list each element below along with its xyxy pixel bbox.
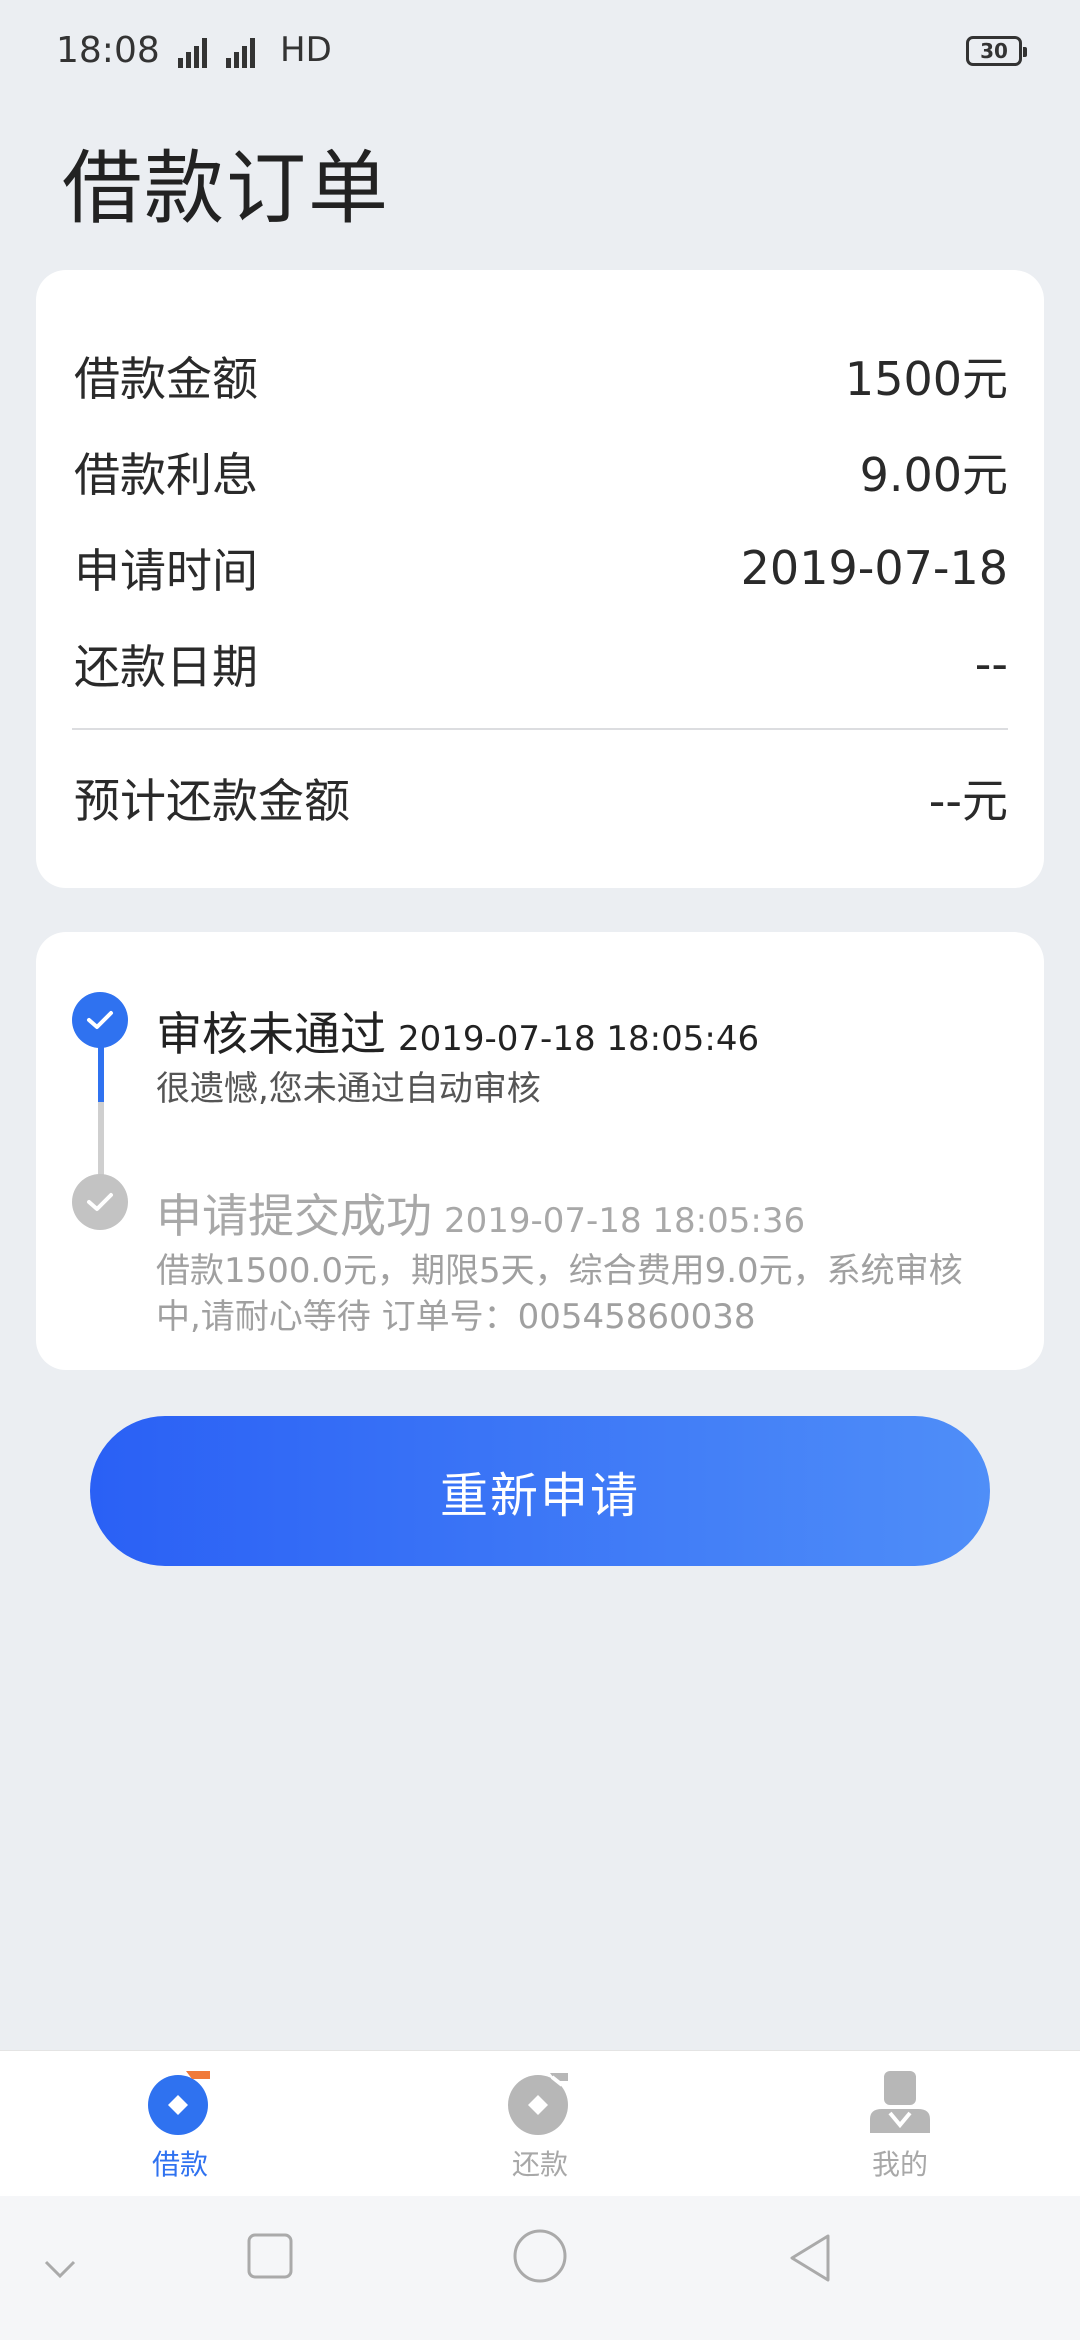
check-icon — [72, 1174, 128, 1230]
timeline-step-title: 申请提交成功 — [156, 1189, 432, 1243]
page-title: 借款订单 — [62, 142, 390, 235]
bottom-tab-bar: 借款 还款 我的 — [0, 2050, 1080, 2196]
timeline-step-submitted: 申请提交成功 2019-07-18 18:05:36 — [156, 1180, 805, 1246]
summary-row-interest: 借款利息 9.00元 — [74, 440, 1008, 504]
timeline-step-desc: 借款1500.0元，期限5天，综合费用9.0元，系统审核中,请耐心等待 订单号：… — [156, 1251, 963, 1337]
check-icon — [72, 992, 128, 1048]
summary-value: --元 — [928, 774, 1008, 828]
tab-loan[interactable]: 借款 — [80, 2051, 280, 2197]
timeline-step-time: 2019-07-18 18:05:36 — [444, 1201, 806, 1241]
network-type: HD — [280, 30, 332, 70]
signal-icon — [178, 38, 255, 68]
divider — [72, 728, 1008, 730]
summary-label: 预计还款金额 — [74, 774, 350, 828]
summary-row-amount: 借款金额 1500元 — [74, 344, 1008, 408]
system-nav-bar — [0, 2196, 1080, 2340]
tab-label: 借款 — [151, 2148, 208, 2181]
timeline-step-desc: 很遗憾,您未通过自动审核 — [156, 1069, 541, 1109]
status-timeline-card: 审核未通过 2019-07-18 18:05:46 很遗憾,您未通过自动审核 申请… — [36, 932, 1044, 1370]
status-bar: 18:08 HD 30 — [0, 0, 1080, 110]
timeline-step-title: 审核未通过 — [156, 1007, 386, 1061]
summary-label: 还款日期 — [74, 640, 258, 694]
screen: 18:08 HD 30 借款订单 借款金额 1500元 借款利息 9.00元 申… — [0, 0, 1080, 2340]
tab-profile[interactable]: 我的 — [800, 2051, 1000, 2197]
summary-value: 2019-07-18 — [740, 541, 1008, 595]
loan-summary-card: 借款金额 1500元 借款利息 9.00元 申请时间 2019-07-18 还款… — [36, 270, 1044, 888]
summary-label: 借款金额 — [74, 352, 258, 406]
back-icon[interactable] — [786, 2232, 834, 2284]
timeline-step-rejected: 审核未通过 2019-07-18 18:05:46 — [156, 998, 759, 1064]
summary-value: -- — [974, 637, 1008, 691]
battery-icon: 30 — [966, 36, 1027, 66]
chevron-down-icon[interactable] — [40, 2248, 80, 2288]
home-icon[interactable] — [512, 2228, 568, 2284]
tab-label: 我的 — [871, 2148, 928, 2181]
summary-value: 1500元 — [844, 352, 1008, 406]
timeline-step-time: 2019-07-18 18:05:46 — [398, 1019, 760, 1059]
summary-row-repay-date: 还款日期 -- — [74, 632, 1008, 696]
profile-icon — [870, 2071, 930, 2133]
summary-value: 9.00元 — [859, 448, 1008, 502]
loan-icon — [148, 2071, 210, 2135]
summary-label: 借款利息 — [74, 448, 258, 502]
summary-row-apply-date: 申请时间 2019-07-18 — [74, 536, 1008, 600]
battery-level: 30 — [980, 39, 1008, 63]
status-time: 18:08 — [56, 30, 160, 71]
tab-repay[interactable]: 还款 — [440, 2051, 640, 2197]
reapply-button[interactable]: 重新申请 — [90, 1416, 990, 1566]
tab-label: 还款 — [511, 2148, 568, 2181]
summary-row-total: 预计还款金额 --元 — [74, 766, 1008, 830]
recent-apps-icon[interactable] — [246, 2232, 294, 2280]
repay-icon — [508, 2073, 568, 2135]
summary-label: 申请时间 — [74, 544, 258, 598]
